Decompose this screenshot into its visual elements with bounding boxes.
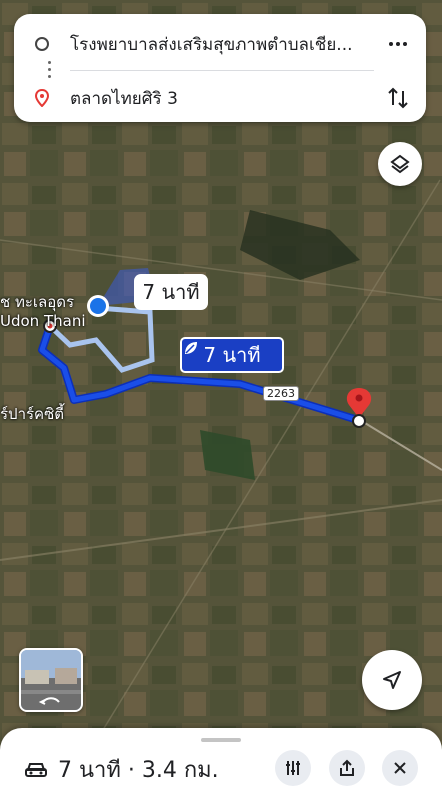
place-label: ช ทะเลอุดร (0, 293, 75, 311)
route-options-button[interactable] (275, 750, 311, 786)
bottom-sheet[interactable]: 7 นาที · 3.4 กม. (0, 728, 442, 800)
navigation-arrow-icon (383, 671, 401, 689)
destination-marker (352, 414, 366, 428)
current-location-dot (90, 298, 106, 314)
layers-button[interactable] (378, 142, 422, 186)
drag-handle[interactable] (201, 738, 241, 742)
trip-summary: 7 นาที · 3.4 กม. (24, 752, 219, 787)
share-button[interactable] (329, 750, 365, 786)
road-number-tag: 2263 (263, 386, 299, 401)
alt-route-time-bubble[interactable]: 7 นาที (134, 274, 208, 310)
route-dots-icon (48, 61, 52, 78)
divider (70, 70, 374, 71)
trip-summary-text: 7 นาที · 3.4 กม. (58, 758, 219, 783)
destination-pin-icon (34, 89, 50, 107)
origin-text[interactable]: โรงพยาบาลส่งเสริมสุขภาพตำบลเชีย... (70, 31, 370, 58)
origin-circle-icon (35, 37, 49, 51)
swap-icon[interactable] (384, 84, 412, 112)
street-view-image (21, 650, 81, 710)
directions-card: โรงพยาบาลส่งเสริมสุขภาพตำบลเชีย... ตลาดไ… (14, 14, 426, 122)
destination-row[interactable]: ตลาดไทยศิริ 3 (14, 84, 426, 112)
route-time-label: 7 นาที (203, 343, 261, 367)
place-label: ร์ปาร์คซิตี้ (0, 405, 65, 423)
close-button[interactable] (382, 750, 418, 786)
origin-row[interactable]: โรงพยาบาลส่งเสริมสุขภาพตำบลเชีย... (14, 30, 426, 58)
car-icon (25, 762, 47, 777)
more-options-icon[interactable] (386, 34, 410, 54)
leaf-icon (185, 342, 197, 354)
street-view-thumbnail[interactable] (19, 648, 83, 712)
tune-icon (286, 761, 300, 775)
destination-text[interactable]: ตลาดไทยศิริ 3 (70, 85, 370, 112)
share-icon (340, 759, 354, 776)
recenter-button[interactable] (362, 650, 422, 710)
layers-icon (390, 154, 410, 174)
place-label: Udon Thani (0, 312, 86, 330)
route-time-bubble[interactable]: 7 นาที (180, 337, 284, 373)
close-icon (394, 762, 406, 774)
